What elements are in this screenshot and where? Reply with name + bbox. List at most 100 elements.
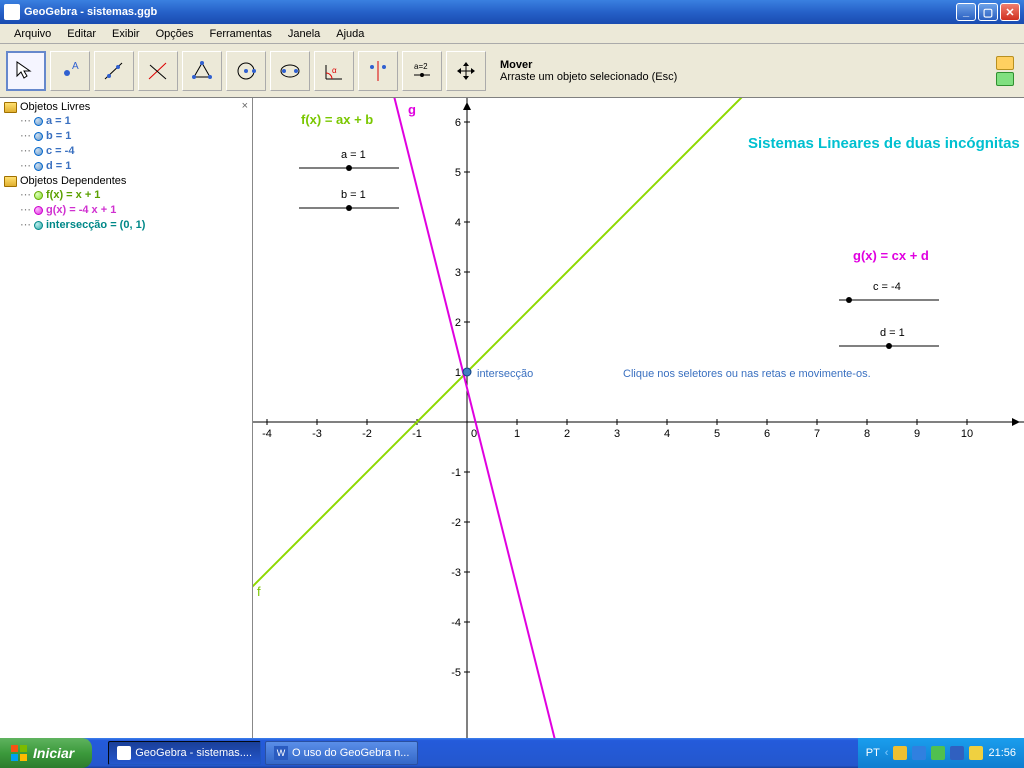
svg-text:α: α [332, 66, 337, 75]
svg-text:A: A [72, 61, 79, 72]
tool-polygon[interactable] [182, 51, 222, 91]
free-objects-label: Objetos Livres [20, 101, 90, 113]
word-icon: W [274, 746, 288, 760]
tool-move[interactable] [6, 51, 46, 91]
task-app-icon [117, 746, 131, 760]
close-button[interactable]: ✕ [1000, 3, 1020, 21]
intersection-point[interactable] [463, 368, 471, 376]
menu-exibir[interactable]: Exibir [104, 26, 148, 42]
svg-text:a=2: a=2 [414, 62, 428, 71]
window-title: GeoGebra - sistemas.ggb [24, 6, 956, 18]
svg-text:4: 4 [664, 428, 670, 440]
tool-ellipse[interactable] [270, 51, 310, 91]
svg-text:6: 6 [764, 428, 770, 440]
tree-item-intersection[interactable]: ⋯intersecção = (0, 1) [4, 218, 248, 233]
tool-angle[interactable]: α [314, 51, 354, 91]
task-word[interactable]: W O uso do GeoGebra n... [265, 741, 418, 765]
undo-icon[interactable] [996, 56, 1014, 70]
dependent-objects-label: Objetos Dependentes [20, 175, 126, 187]
svg-text:5: 5 [714, 428, 720, 440]
f-letter-label: f [257, 584, 261, 599]
svg-text:-2: -2 [362, 428, 372, 440]
slider-b[interactable]: b = 1 [299, 189, 399, 211]
start-label: Iniciar [33, 745, 74, 761]
main-area: × Objetos Livres ⋯a = 1 ⋯b = 1 ⋯c = -4 ⋯… [0, 98, 1024, 744]
g-letter-label: g [408, 102, 416, 117]
svg-text:-4: -4 [262, 428, 272, 440]
line-f[interactable] [253, 98, 1024, 596]
tray-icon[interactable] [969, 746, 983, 760]
start-button[interactable]: Iniciar [0, 738, 92, 768]
tool-move-view[interactable] [446, 51, 486, 91]
tray-icon[interactable] [893, 746, 907, 760]
maximize-button[interactable]: ▢ [978, 3, 998, 21]
svg-text:-2: -2 [451, 517, 461, 529]
tool-circle[interactable] [226, 51, 266, 91]
svg-text:1: 1 [455, 367, 461, 379]
task-geogebra[interactable]: GeoGebra - sistemas.... [108, 741, 261, 765]
tree-item-c[interactable]: ⋯c = -4 [4, 144, 248, 159]
tray-icon[interactable] [931, 746, 945, 760]
svg-text:2: 2 [564, 428, 570, 440]
tree-item-g[interactable]: ⋯g(x) = -4 x + 1 [4, 203, 248, 218]
tool-perpendicular[interactable] [138, 51, 178, 91]
language-indicator[interactable]: PT [866, 747, 880, 759]
tool-reflect[interactable] [358, 51, 398, 91]
panel-close-icon[interactable]: × [242, 100, 248, 112]
free-objects-folder[interactable]: Objetos Livres [4, 100, 248, 114]
menu-bar: Arquivo Editar Exibir Opções Ferramentas… [0, 24, 1024, 44]
svg-text:-3: -3 [312, 428, 322, 440]
slider-d[interactable]: d = 1 [839, 327, 939, 349]
svg-text:d = 1: d = 1 [880, 327, 905, 339]
g-formula-label: g(x) = cx + d [853, 248, 929, 263]
hint-label: Clique nos seletores ou nas retas e movi… [623, 368, 871, 380]
window-titlebar: ⬡ GeoGebra - sistemas.ggb _ ▢ ✕ [0, 0, 1024, 24]
clock[interactable]: 21:56 [988, 747, 1016, 759]
tool-name-label: Mover [500, 59, 992, 71]
tree-item-f[interactable]: ⋯f(x) = x + 1 [4, 188, 248, 203]
tray-icon[interactable] [950, 746, 964, 760]
svg-text:10: 10 [961, 428, 973, 440]
svg-text:b = 1: b = 1 [341, 189, 366, 201]
svg-text:3: 3 [455, 267, 461, 279]
graph-panel[interactable]: -4 -3 -2 -1 0 1 2 3 4 5 6 7 8 9 10 6 5 4 [253, 98, 1024, 744]
tool-point[interactable]: A [50, 51, 90, 91]
tray-icon[interactable] [912, 746, 926, 760]
minimize-button[interactable]: _ [956, 3, 976, 21]
svg-text:-1: -1 [412, 428, 422, 440]
tree-item-a[interactable]: ⋯a = 1 [4, 114, 248, 129]
tool-slider[interactable]: a=2 [402, 51, 442, 91]
svg-text:-4: -4 [451, 617, 461, 629]
menu-arquivo[interactable]: Arquivo [6, 26, 59, 42]
svg-text:8: 8 [864, 428, 870, 440]
svg-text:4: 4 [455, 217, 461, 229]
app-icon: ⬡ [4, 4, 20, 20]
intersection-label: intersecção [477, 368, 533, 380]
graph-svg[interactable]: -4 -3 -2 -1 0 1 2 3 4 5 6 7 8 9 10 6 5 4 [253, 98, 1024, 744]
svg-text:9: 9 [914, 428, 920, 440]
svg-text:5: 5 [455, 167, 461, 179]
svg-text:a = 1: a = 1 [341, 149, 366, 161]
slider-a[interactable]: a = 1 [299, 149, 399, 171]
svg-text:7: 7 [814, 428, 820, 440]
menu-ferramentas[interactable]: Ferramentas [201, 26, 279, 42]
tool-line[interactable] [94, 51, 134, 91]
dependent-objects-folder[interactable]: Objetos Dependentes [4, 174, 248, 188]
chart-title: Sistemas Lineares de duas incógnitas [748, 135, 1020, 152]
menu-editar[interactable]: Editar [59, 26, 104, 42]
tool-description: Mover Arraste um objeto selecionado (Esc… [500, 59, 992, 83]
svg-text:3: 3 [614, 428, 620, 440]
algebra-panel: × Objetos Livres ⋯a = 1 ⋯b = 1 ⋯c = -4 ⋯… [0, 98, 253, 744]
folder-icon [4, 176, 17, 187]
tool-hint-label: Arraste um objeto selecionado (Esc) [500, 71, 992, 83]
menu-ajuda[interactable]: Ajuda [328, 26, 372, 42]
tree-item-b[interactable]: ⋯b = 1 [4, 129, 248, 144]
tree-item-d[interactable]: ⋯d = 1 [4, 159, 248, 174]
svg-text:6: 6 [455, 117, 461, 129]
menu-janela[interactable]: Janela [280, 26, 328, 42]
svg-text:2: 2 [455, 317, 461, 329]
menu-opcoes[interactable]: Opções [148, 26, 202, 42]
slider-c[interactable]: c = -4 [839, 281, 939, 303]
line-g[interactable] [383, 98, 648, 744]
redo-icon[interactable] [996, 72, 1014, 86]
